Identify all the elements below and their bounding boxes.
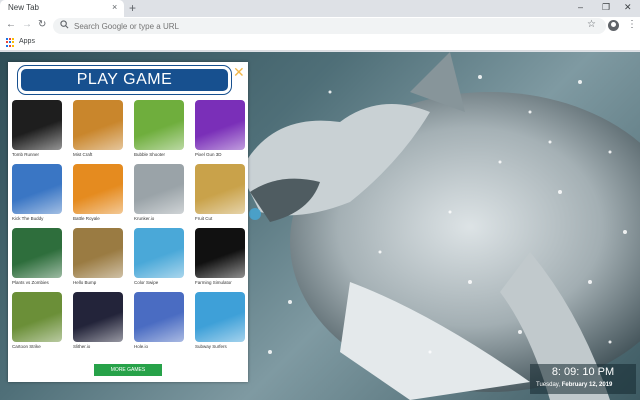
toolbar: ← → ↻ ☆ ⋮ [0, 17, 640, 35]
apps-grid-icon[interactable] [6, 38, 15, 47]
game-tile[interactable]: Battle Royale [73, 164, 123, 226]
tab-new-tab[interactable]: New Tab × [0, 0, 124, 17]
game-name: Tomb Runner [12, 152, 40, 157]
game-tile[interactable]: Pixel Gun 3D [195, 100, 245, 162]
game-panel: PLAY GAME ✕ Tomb Runner Mist Craft Bubble … [8, 62, 248, 382]
game-name: Cartoon Strike [12, 344, 41, 349]
game-tile[interactable]: Hello Bump [73, 228, 123, 290]
apps-bookmark[interactable]: Apps [19, 38, 35, 45]
game-grid: Tomb Runner Mist Craft Bubble Shooter Pixel… [12, 100, 245, 354]
game-tile[interactable]: Kick The Buddy [12, 164, 62, 226]
game-tile[interactable]: Hole.io [134, 292, 184, 354]
game-tile[interactable]: Mist Craft [73, 100, 123, 162]
new-tab-button[interactable]: + [129, 1, 136, 15]
game-tile[interactable]: Farming Simulator [195, 228, 245, 290]
wolf-wallpaper-image [240, 52, 640, 400]
game-thumbnail[interactable] [134, 100, 184, 150]
game-name: Slither.io [73, 344, 91, 349]
game-thumbnail[interactable] [12, 292, 62, 342]
clock-full-date: February 12, 2019 [561, 382, 613, 388]
panel-close-icon[interactable]: ✕ [233, 64, 245, 81]
game-name: Farming Simulator [195, 280, 232, 285]
game-name: Plants vs Zombies [12, 280, 49, 285]
menu-dots-icon[interactable]: ⋮ [627, 19, 637, 30]
game-thumbnail[interactable] [73, 228, 123, 278]
game-thumbnail[interactable] [73, 292, 123, 342]
game-thumbnail[interactable] [12, 100, 62, 150]
game-name: Subway Surfers [195, 344, 227, 349]
game-thumbnail[interactable] [195, 228, 245, 278]
bookmark-star-icon[interactable]: ☆ [587, 19, 596, 30]
game-name: Battle Royale [73, 216, 100, 221]
profile-avatar-icon[interactable] [608, 20, 619, 31]
game-thumbnail[interactable] [134, 164, 184, 214]
game-thumbnail[interactable] [195, 100, 245, 150]
game-thumbnail[interactable] [12, 164, 62, 214]
play-game-banner[interactable]: PLAY GAME [17, 65, 232, 95]
game-thumbnail[interactable] [134, 228, 184, 278]
game-tile[interactable]: Fruit Cut [195, 164, 245, 226]
tab-title: New Tab [8, 3, 39, 12]
clock-day: Tuesday, [536, 382, 561, 388]
game-name: Hello Bump [73, 280, 97, 285]
reload-icon[interactable]: ↻ [38, 19, 46, 30]
game-thumbnail[interactable] [195, 292, 245, 342]
play-game-title: PLAY GAME [76, 71, 173, 88]
game-name: Mist Craft [73, 152, 93, 157]
game-tile[interactable]: Plants vs Zombies [12, 228, 62, 290]
search-icon [60, 20, 69, 29]
game-tile[interactable]: Tomb Runner [12, 100, 62, 162]
clock-date: Tuesday, February 12, 2019 [536, 382, 612, 388]
clock-widget: 8: 09: 10 PM Tuesday, February 12, 2019 [530, 364, 636, 394]
restore-icon[interactable]: ❐ [602, 2, 610, 13]
back-icon[interactable]: ← [6, 19, 16, 30]
clock-time: 8: 09: 10 PM [551, 366, 615, 378]
game-thumbnail[interactable] [12, 228, 62, 278]
game-tile[interactable]: Subway Surfers [195, 292, 245, 354]
game-thumbnail[interactable] [73, 100, 123, 150]
game-name: Fruit Cut [195, 216, 213, 221]
minimize-icon[interactable]: – [578, 2, 583, 12]
game-thumbnail[interactable] [134, 292, 184, 342]
game-thumbnail[interactable] [73, 164, 123, 214]
game-tile[interactable]: Bubble Shooter [134, 100, 184, 162]
more-games-button[interactable]: MORE GAMES [94, 364, 162, 376]
game-tile[interactable]: Slither.io [73, 292, 123, 354]
game-name: Hole.io [134, 344, 149, 349]
game-name: Bubble Shooter [134, 152, 166, 157]
close-window-icon[interactable]: ✕ [624, 2, 632, 13]
game-name: Color Swipe [134, 280, 159, 285]
tab-close-icon[interactable]: × [112, 2, 117, 12]
bookmarks-bar: Apps [0, 35, 640, 51]
game-name: Krunker.io [134, 216, 155, 221]
game-name: Kick The Buddy [12, 216, 44, 221]
omnibox[interactable]: ☆ [53, 18, 606, 34]
game-tile[interactable]: Cartoon Strike [12, 292, 62, 354]
address-input[interactable] [74, 18, 574, 34]
game-tile[interactable]: Krunker.io [134, 164, 184, 226]
game-name: Pixel Gun 3D [195, 152, 222, 157]
game-thumbnail[interactable] [195, 164, 245, 214]
forward-icon[interactable]: → [22, 19, 32, 30]
tab-strip: New Tab × + – ❐ ✕ [0, 0, 640, 17]
game-tile[interactable]: Color Swipe [134, 228, 184, 290]
